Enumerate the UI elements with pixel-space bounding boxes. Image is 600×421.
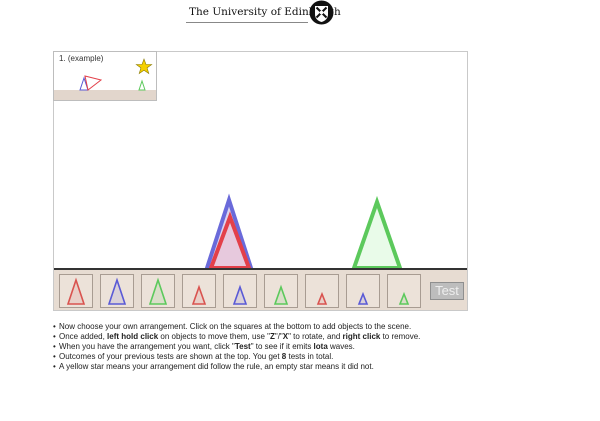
- palette-slot-blue-small[interactable]: [346, 274, 380, 308]
- instruction-bold: left hold click: [107, 332, 159, 341]
- scene-green-triangle[interactable]: [351, 195, 403, 270]
- instruction-bold: right click: [342, 332, 381, 341]
- palette-slot-red-medium[interactable]: [182, 274, 216, 308]
- example-scene: [79, 58, 153, 91]
- palette-slot-green-medium[interactable]: [264, 274, 298, 308]
- example-result-panel: 1. (example): [53, 51, 157, 101]
- university-crest-icon: [309, 0, 334, 25]
- instruction-text: "/": [274, 332, 283, 341]
- instruction-bold: lota: [313, 342, 328, 351]
- university-header: The University of Edinburgh: [186, 0, 341, 26]
- palette-slot-green-small[interactable]: [387, 274, 421, 308]
- green-triangle-small-icon: [398, 291, 410, 305]
- instruction-text: on objects to move them, use ": [158, 332, 270, 341]
- instruction-item: • Once added, left hold click on objects …: [53, 332, 421, 341]
- instruction-item: • When you have the arrangement you want,…: [53, 342, 355, 351]
- header-underline: [186, 22, 308, 23]
- blue-triangle-small-icon: [357, 291, 369, 305]
- example-green-triangle: [138, 79, 146, 91]
- blue-triangle-medium-icon: [232, 284, 248, 305]
- instruction-text: " to see if it emits: [250, 342, 314, 351]
- star-filled-icon: [135, 58, 153, 75]
- instructions-list: • Now choose your own arrangement. Click …: [53, 322, 593, 372]
- palette-slot-blue-medium[interactable]: [223, 274, 257, 308]
- instruction-bold: Test: [234, 342, 251, 351]
- example-red-triangle: [84, 75, 103, 91]
- red-triangle-small-icon: [316, 291, 328, 305]
- green-triangle-medium-icon: [273, 284, 289, 305]
- palette-slot-blue-large[interactable]: [100, 274, 134, 308]
- green-triangle-large-icon: [148, 277, 168, 305]
- red-triangle-large-icon: [66, 277, 86, 305]
- instruction-text: Once added,: [59, 332, 108, 341]
- instruction-item: • A yellow star means your arrangement di…: [53, 362, 374, 371]
- palette-slot-red-large[interactable]: [59, 274, 93, 308]
- palette-slot-green-large[interactable]: [141, 274, 175, 308]
- object-palette: Test: [54, 270, 467, 310]
- instruction-item: • Outcomes of your previous tests are sho…: [53, 352, 334, 361]
- instruction-text: Outcomes of your previous tests are show…: [59, 352, 282, 361]
- red-triangle-medium-icon: [191, 284, 207, 305]
- instruction-text: tests in total.: [286, 352, 334, 361]
- instruction-text: waves.: [327, 342, 355, 351]
- palette-slot-red-small[interactable]: [305, 274, 339, 308]
- instruction-item: • Now choose your own arrangement. Click …: [53, 322, 412, 331]
- blue-triangle-large-icon: [107, 277, 127, 305]
- instruction-text: A yellow star means your arrangement did…: [59, 362, 374, 371]
- instruction-text: to remove.: [380, 332, 421, 341]
- instruction-text: Now choose your own arrangement. Click o…: [59, 322, 412, 331]
- instruction-text: When you have the arrangement you want, …: [59, 342, 235, 351]
- test-button[interactable]: Test: [430, 282, 464, 300]
- instruction-text: " to rotate, and: [288, 332, 343, 341]
